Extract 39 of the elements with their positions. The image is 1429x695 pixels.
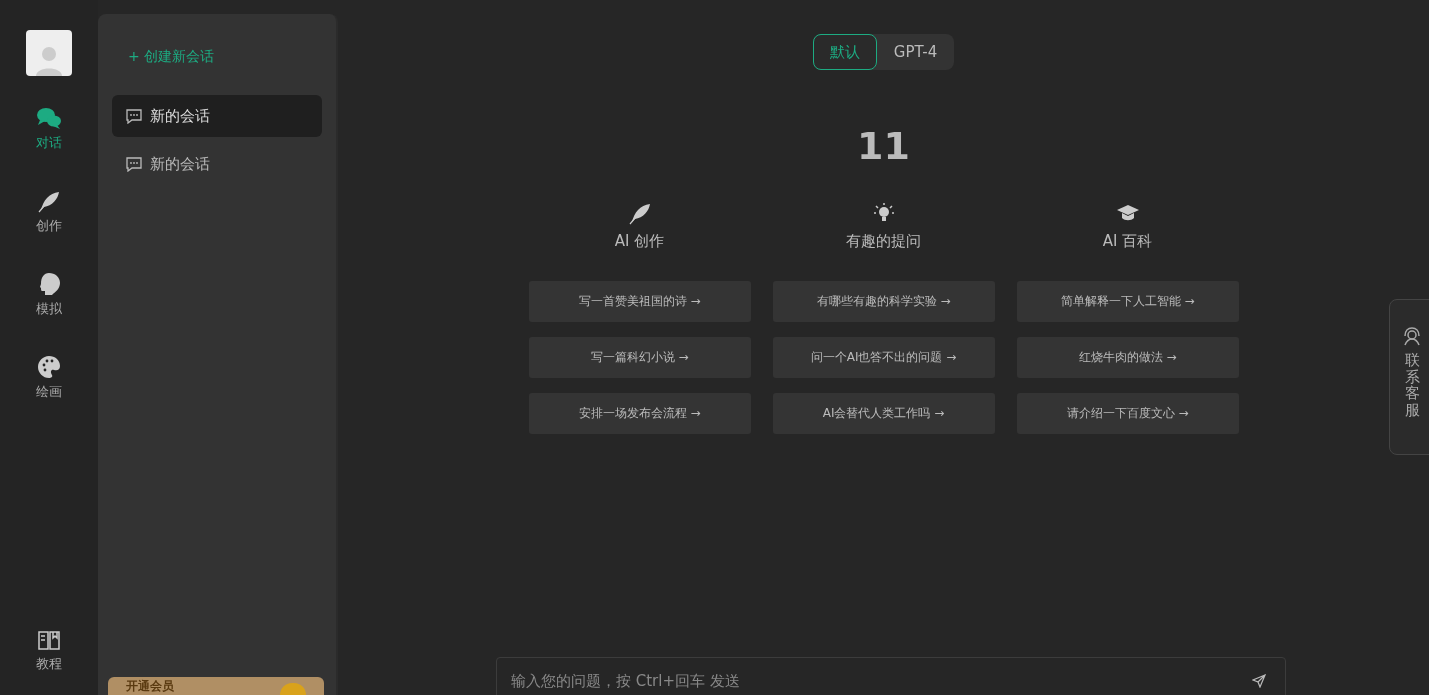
support-tab[interactable]: 联系客服 bbox=[1389, 299, 1429, 455]
feather-icon bbox=[37, 189, 61, 213]
prompt-button[interactable]: 安排一场发布会流程 → bbox=[528, 393, 751, 434]
prompt-button[interactable]: 有哪些有趣的科学实验 → bbox=[772, 281, 995, 322]
feather-icon bbox=[627, 201, 652, 225]
chat-bubbles-icon bbox=[36, 106, 62, 130]
prompt-button[interactable]: 写一篇科幻小说 → bbox=[528, 337, 751, 378]
message-input-field[interactable]: 输入您的问题，按 Ctrl+回车 发送 bbox=[496, 657, 1286, 695]
conversation-item[interactable]: 新的会话 bbox=[112, 143, 322, 185]
nav-item[interactable]: 教程 bbox=[36, 629, 62, 673]
prompt-button[interactable]: 写一首赞美祖国的诗 → bbox=[528, 281, 751, 322]
support-label: 联系客服 bbox=[1404, 352, 1420, 418]
prompt-button[interactable]: 问一个AI也答不出的问题 → bbox=[772, 337, 995, 378]
page-title: 11 bbox=[857, 124, 910, 168]
nav-item[interactable]: 绘画 bbox=[36, 355, 62, 401]
message-icon bbox=[126, 108, 142, 124]
prompt-button[interactable]: 请介绍一下百度文心 → bbox=[1016, 393, 1239, 434]
prompt-button[interactable]: 红烧牛肉的做法 → bbox=[1016, 337, 1239, 378]
nav-item[interactable]: 创作 bbox=[36, 189, 62, 235]
head-profile-icon bbox=[37, 272, 61, 296]
model-tab[interactable]: 默认 bbox=[812, 34, 877, 70]
prompt-button[interactable]: AI会替代人类工作吗 → bbox=[772, 393, 995, 434]
coin-icon bbox=[280, 683, 306, 695]
send-icon[interactable] bbox=[1252, 674, 1266, 688]
book-icon bbox=[37, 629, 61, 651]
nav-item[interactable]: 模拟 bbox=[36, 272, 62, 318]
category-heading: AI 百科 bbox=[1102, 232, 1153, 251]
new-chat-button[interactable]: + 创建新会话 bbox=[112, 14, 322, 74]
prompt-button[interactable]: 简单解释一下人工智能 → bbox=[1016, 281, 1239, 322]
model-tab[interactable]: GPT-4 bbox=[876, 34, 955, 70]
headset-icon bbox=[1402, 326, 1422, 346]
category-heading: 有趣的提问 bbox=[846, 232, 921, 251]
membership-banner[interactable]: 开通会员 bbox=[108, 677, 324, 695]
message-icon bbox=[126, 156, 142, 172]
conversation-item[interactable]: 新的会话 bbox=[112, 95, 322, 137]
palette-icon bbox=[37, 355, 61, 379]
category-heading: AI 创作 bbox=[614, 232, 665, 251]
nav-item[interactable]: 对话 bbox=[36, 106, 62, 152]
membership-label: 开通会员 bbox=[126, 678, 174, 695]
